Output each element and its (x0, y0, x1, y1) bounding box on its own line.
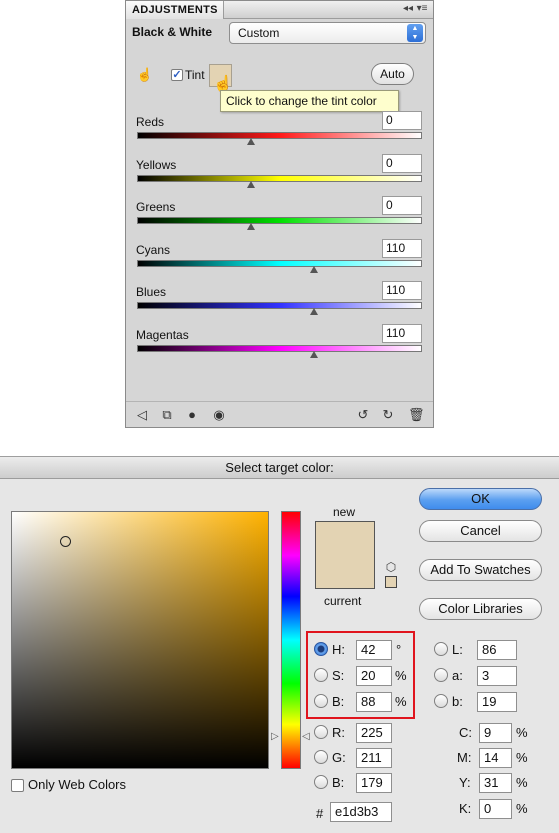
yellow-label: Y: (459, 775, 471, 790)
magentas-slider-thumb[interactable] (309, 350, 318, 358)
greens-slider-thumb[interactable] (247, 223, 255, 230)
magentas-slider-track[interactable] (137, 344, 422, 352)
yellows-value-input[interactable]: 0 (382, 153, 422, 173)
greens-slider-track[interactable] (137, 217, 422, 224)
lab-a-label: a: (452, 668, 463, 683)
preset-value: Custom (238, 26, 280, 40)
ok-button[interactable]: OK (419, 488, 542, 510)
targeted-adjustment-tool-icon[interactable]: ☝ (136, 66, 154, 84)
lab-b-label: b: (452, 694, 463, 709)
red-label: R: (332, 725, 345, 740)
adjustments-panel: ADJUSTMENTS ◂◂ ▾≡ Black & White Custom ▲… (125, 0, 434, 428)
lab-l-radio[interactable] (434, 642, 448, 656)
select-arrows-icon: ▲ ▼ (407, 24, 423, 42)
panel-menu-icon[interactable]: ▾≡ (415, 3, 429, 15)
color-libraries-button[interactable]: Color Libraries (419, 598, 542, 620)
black-label: K: (459, 801, 472, 816)
lab-b-input[interactable]: 19 (477, 692, 517, 712)
blues-slider-track[interactable] (137, 302, 422, 309)
hue-slider[interactable] (281, 511, 301, 769)
magenta-input[interactable]: 14 (479, 748, 512, 768)
hue-slider-right-arrow-icon[interactable]: ◁ (302, 732, 310, 742)
magentas-label: Magentas (136, 327, 189, 342)
blue-radio[interactable] (314, 775, 328, 789)
cyans-value-input[interactable]: 110 (382, 238, 422, 258)
back-arrow-icon[interactable]: ◁ (134, 407, 150, 423)
cyans-label: Cyans (136, 242, 171, 257)
add-to-swatches-button[interactable]: Add To Swatches (419, 559, 542, 581)
new-color-label: new (333, 505, 356, 519)
green-label: G: (332, 750, 346, 765)
color-picker-dialog: Select target color: ▷ ◁ Only Web Colors… (0, 456, 559, 833)
reds-label: Reds (136, 115, 165, 129)
magenta-unit: % (516, 750, 528, 765)
magentas-value-input[interactable]: 110 (382, 323, 422, 343)
blue-label: B: (332, 775, 345, 790)
blues-value-input[interactable]: 110 (382, 281, 422, 300)
reds-slider-thumb[interactable] (247, 138, 255, 145)
out-of-gamut-cube-icon[interactable]: ⬡ (384, 560, 398, 574)
hex-input[interactable]: e1d3b3 (330, 802, 392, 822)
collapse-icon[interactable]: ◂◂ (402, 3, 414, 15)
lab-l-input[interactable]: 86 (477, 640, 517, 660)
greens-label: Greens (136, 200, 176, 214)
color-field-marker[interactable] (60, 536, 71, 547)
cancel-button[interactable]: Cancel (419, 520, 542, 542)
panel-tab-bar: ADJUSTMENTS ◂◂ ▾≡ (126, 1, 433, 19)
lab-a-radio[interactable] (434, 668, 448, 682)
blues-label: Blues (136, 285, 167, 299)
only-web-colors-checkbox[interactable] (11, 779, 24, 792)
cyans-slider-track[interactable] (137, 259, 422, 267)
tint-label: Tint (185, 68, 205, 82)
brightness-gradient (12, 512, 268, 768)
reds-value-input[interactable]: 0 (382, 111, 422, 130)
clip-layer-icon[interactable]: ⧉ (159, 407, 175, 423)
cyan-input[interactable]: 9 (479, 723, 512, 743)
current-color-swatch[interactable] (315, 555, 375, 589)
auto-button[interactable]: Auto (371, 63, 414, 85)
yellows-slider-track[interactable] (137, 174, 422, 182)
adjustment-type-label: Black & White (132, 25, 213, 39)
yellows-slider-thumb[interactable] (247, 180, 255, 188)
eye-icon[interactable]: ◉ (211, 407, 227, 423)
tint-checkbox[interactable]: ✓ (171, 69, 183, 81)
current-color-label: current (324, 594, 362, 608)
adjustments-tab[interactable]: ADJUSTMENTS (126, 1, 224, 19)
panel-footer: ◁ ⧉ ● ◉ ↺ ↻ 🗑 (126, 401, 433, 427)
lab-l-label: L: (452, 642, 463, 657)
visibility-layer-icon[interactable]: ● (184, 407, 200, 423)
cyan-label: C: (459, 725, 472, 740)
black-unit: % (516, 801, 528, 816)
lab-b-radio[interactable] (434, 694, 448, 708)
web-safe-color-icon[interactable] (385, 576, 397, 588)
reset-icon[interactable]: ↻ (380, 407, 396, 423)
only-web-colors-label: Only Web Colors (28, 777, 127, 792)
dialog-title: Select target color: (0, 457, 559, 479)
yellow-input[interactable]: 31 (479, 773, 512, 793)
tint-tooltip: Click to change the tint color (220, 90, 399, 112)
red-input[interactable]: 225 (356, 723, 392, 743)
green-radio[interactable] (314, 750, 328, 764)
black-input[interactable]: 0 (479, 799, 512, 819)
color-field[interactable] (11, 511, 269, 769)
yellow-unit: % (516, 775, 528, 790)
cyans-slider-thumb[interactable] (309, 265, 318, 273)
previous-state-icon[interactable]: ↺ (355, 407, 371, 423)
hex-label: # (316, 806, 324, 821)
lab-a-input[interactable]: 3 (477, 666, 517, 686)
greens-value-input[interactable]: 0 (382, 196, 422, 215)
reds-slider-track[interactable] (137, 132, 422, 139)
blues-slider-thumb[interactable] (309, 308, 318, 315)
hsb-highlight-box (306, 631, 415, 719)
trash-icon[interactable]: 🗑 (408, 407, 425, 423)
hue-slider-left-arrow-icon[interactable]: ▷ (271, 732, 279, 742)
yellows-label: Yellows (136, 157, 177, 172)
green-input[interactable]: 211 (356, 748, 392, 768)
red-radio[interactable] (314, 725, 328, 739)
magenta-label: M: (457, 750, 472, 765)
blue-input[interactable]: 179 (356, 773, 392, 793)
cyan-unit: % (516, 725, 528, 740)
new-color-swatch (315, 521, 375, 555)
preset-select[interactable]: Custom ▲ ▼ (229, 22, 426, 44)
